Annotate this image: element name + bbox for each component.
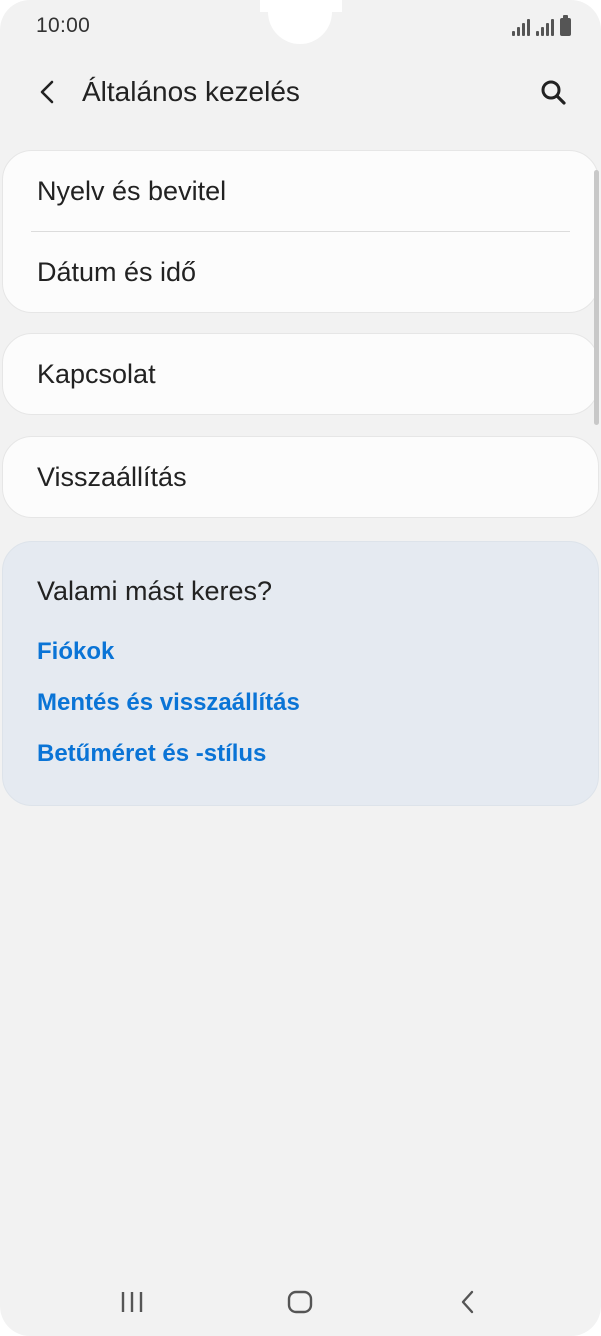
home-button[interactable] bbox=[270, 1280, 330, 1324]
search-icon bbox=[541, 80, 566, 105]
status-icons bbox=[512, 14, 571, 36]
status-time: 10:00 bbox=[36, 14, 91, 37]
suggestion-link-backup-restore[interactable]: Mentés és visszaállítás bbox=[37, 689, 300, 717]
battery-icon bbox=[560, 15, 571, 36]
suggestions-card: Valami mást keres? Fiókok Mentés és viss… bbox=[2, 541, 599, 806]
chevron-left-icon bbox=[40, 80, 54, 104]
settings-group: Nyelv és bevitel Dátum és idő bbox=[2, 150, 599, 313]
suggestion-link-font-size-style[interactable]: Betűméret és -stílus bbox=[37, 740, 266, 768]
back-icon bbox=[461, 1290, 474, 1314]
menu-item-language-input[interactable]: Nyelv és bevitel bbox=[3, 151, 598, 231]
home-icon bbox=[287, 1290, 313, 1314]
nav-back-button[interactable] bbox=[438, 1280, 498, 1324]
menu-item-date-time[interactable]: Dátum és idő bbox=[3, 232, 598, 312]
settings-group: Kapcsolat bbox=[2, 333, 599, 415]
search-button[interactable] bbox=[531, 70, 575, 114]
status-bar: 10:00 bbox=[0, 0, 601, 52]
recents-button[interactable] bbox=[102, 1280, 162, 1324]
menu-item-reset[interactable]: Visszaállítás bbox=[3, 437, 598, 517]
signal-icon bbox=[512, 18, 530, 36]
navigation-bar bbox=[0, 1270, 601, 1332]
menu-item-contact[interactable]: Kapcsolat bbox=[3, 334, 598, 414]
screen: 10:00 Általános kezelés Nyelv és bevitel… bbox=[0, 0, 601, 1336]
notch-shoulder bbox=[332, 0, 342, 12]
recents-icon bbox=[121, 1292, 143, 1312]
back-button[interactable] bbox=[26, 70, 70, 114]
suggestions-title: Valami mást keres? bbox=[37, 576, 273, 606]
app-bar: Általános kezelés bbox=[0, 62, 601, 122]
signal-icon bbox=[536, 18, 554, 36]
camera-notch bbox=[268, 0, 332, 44]
page-title: Általános kezelés bbox=[82, 76, 300, 107]
settings-group: Visszaállítás bbox=[2, 436, 599, 518]
scrollbar[interactable] bbox=[594, 170, 599, 425]
suggestion-link-accounts[interactable]: Fiókok bbox=[37, 638, 114, 666]
